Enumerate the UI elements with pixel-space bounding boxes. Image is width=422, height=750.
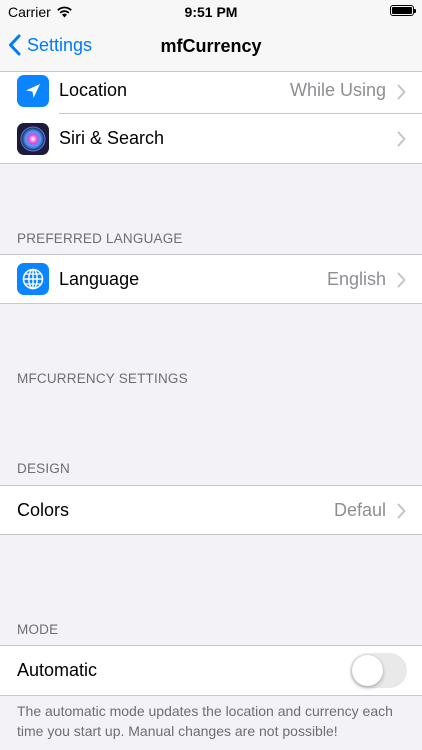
chevron-right-icon xyxy=(397,131,406,147)
toggle-knob xyxy=(352,655,383,686)
language-row[interactable]: Language English xyxy=(0,254,422,304)
section-header-mode: MODE xyxy=(17,622,59,637)
colors-row[interactable]: Colors Defaul xyxy=(0,485,422,535)
mode-footer-text: The automatic mode updates the location … xyxy=(17,703,393,739)
automatic-label: Automatic xyxy=(17,660,98,680)
language-label: Language xyxy=(59,269,140,289)
siri-icon xyxy=(17,123,49,155)
colors-detail: Defaul xyxy=(333,500,386,520)
section-header-mfcurrency-settings: MFCURRENCY SETTINGS xyxy=(17,371,188,386)
location-label: Location xyxy=(59,80,128,100)
location-arrow-icon xyxy=(17,75,49,107)
globe-icon xyxy=(17,263,49,295)
automatic-row: Automatic xyxy=(0,645,422,696)
location-row[interactable]: Location While Using xyxy=(0,72,422,114)
location-detail: While Using xyxy=(289,80,386,100)
siri-search-label: Siri & Search xyxy=(59,128,165,148)
automatic-toggle[interactable] xyxy=(350,653,407,688)
section-header-preferred-language: PREFERRED LANGUAGE xyxy=(17,231,183,246)
section-header-design: DESIGN xyxy=(17,461,70,476)
status-bar: Carrier 9:51 PM xyxy=(0,0,422,24)
chevron-right-icon xyxy=(397,84,406,100)
language-detail: English xyxy=(326,269,386,289)
colors-label: Colors xyxy=(17,500,70,520)
siri-search-row[interactable]: Siri & Search xyxy=(0,114,422,164)
chevron-right-icon xyxy=(397,503,406,519)
battery-icon xyxy=(390,5,416,16)
navigation-bar: Settings mfCurrency xyxy=(0,24,422,72)
clock: 9:51 PM xyxy=(184,4,238,20)
page-title: mfCurrency xyxy=(160,36,262,56)
chevron-right-icon xyxy=(397,272,406,288)
